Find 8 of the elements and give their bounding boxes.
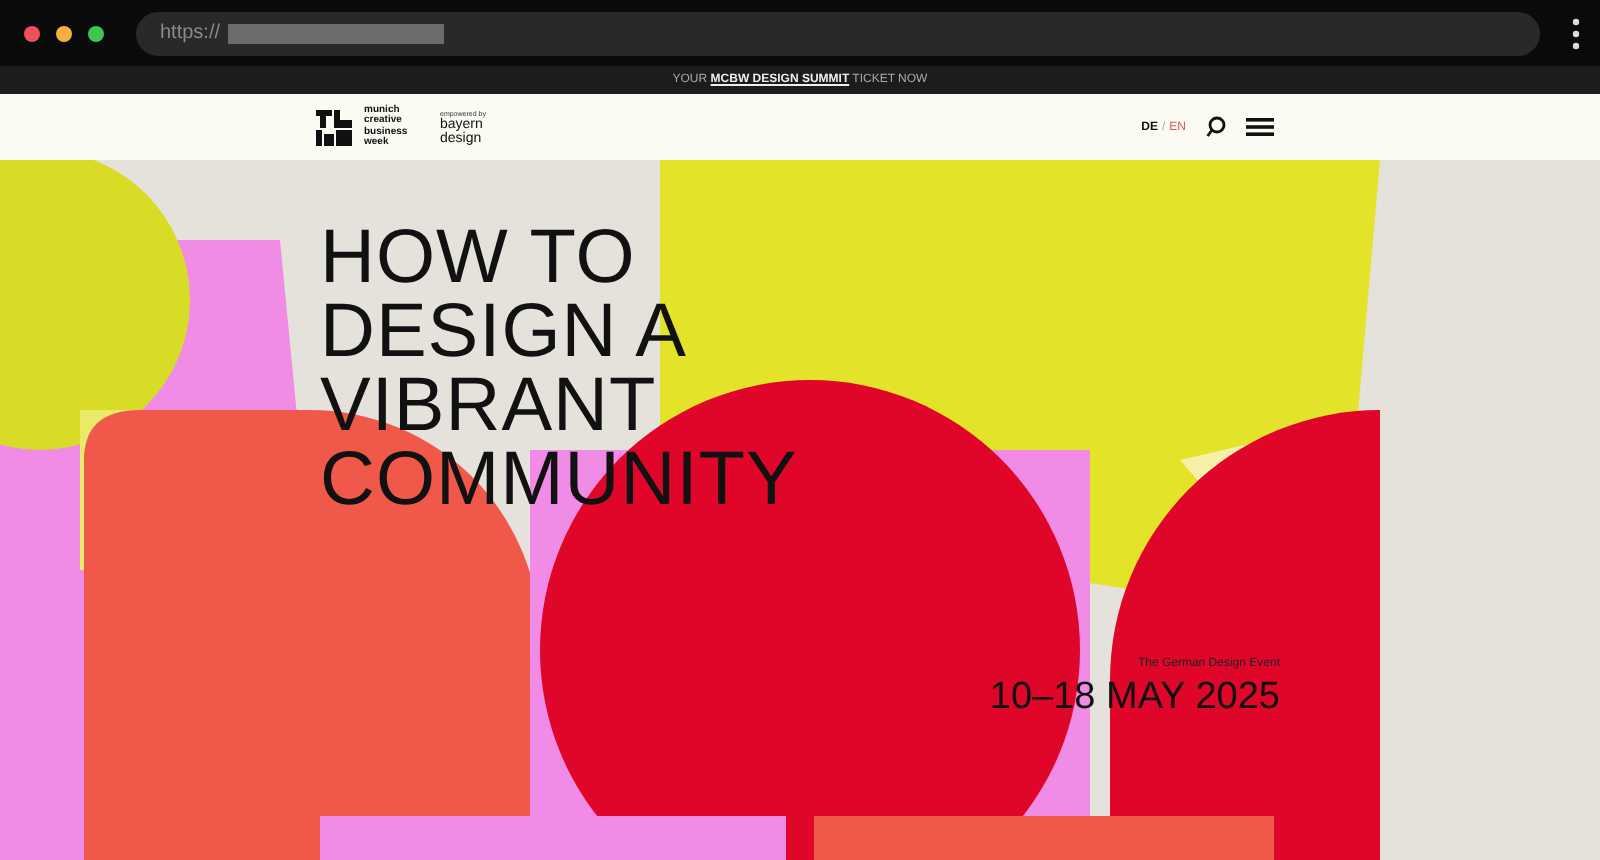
search-icon[interactable] bbox=[1206, 116, 1226, 138]
minimize-window-icon[interactable] bbox=[56, 25, 72, 41]
address-bar[interactable]: https:// bbox=[136, 11, 1540, 55]
menu-icon[interactable] bbox=[1246, 118, 1274, 136]
more-options-icon[interactable] bbox=[1572, 17, 1580, 49]
maximize-window-icon[interactable] bbox=[88, 25, 104, 41]
logo-mark-icon bbox=[316, 109, 352, 145]
close-window-icon[interactable] bbox=[24, 25, 40, 41]
